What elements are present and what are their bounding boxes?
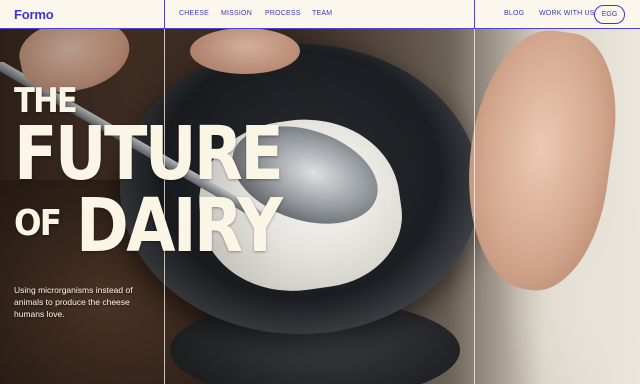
nav-link-team[interactable]: TEAM xyxy=(312,10,332,17)
nav-divider-left xyxy=(164,0,165,29)
nav-link-process[interactable]: PROCESS xyxy=(265,10,301,17)
headline-of: OF xyxy=(14,203,62,244)
top-navigation: Formo CHEESE MISSION PROCESS TEAM BLOG W… xyxy=(0,0,640,29)
hero-tagline: Using microrganisms instead of animals t… xyxy=(14,285,133,319)
headline-dairy: DAIRY xyxy=(76,183,283,269)
nav-link-cheese[interactable]: CHEESE xyxy=(179,10,209,17)
formo-logo[interactable]: Formo xyxy=(14,7,54,22)
headline-future: FUTURE xyxy=(14,111,284,197)
nav-link-blog[interactable]: BLOG xyxy=(504,10,524,17)
egg-button[interactable]: EGG xyxy=(594,5,625,24)
nav-divider-right xyxy=(474,0,475,29)
nav-link-mission[interactable]: MISSION xyxy=(221,10,252,17)
grid-line-right xyxy=(474,29,475,384)
nav-link-work-with-us[interactable]: WORK WITH US xyxy=(539,10,595,17)
